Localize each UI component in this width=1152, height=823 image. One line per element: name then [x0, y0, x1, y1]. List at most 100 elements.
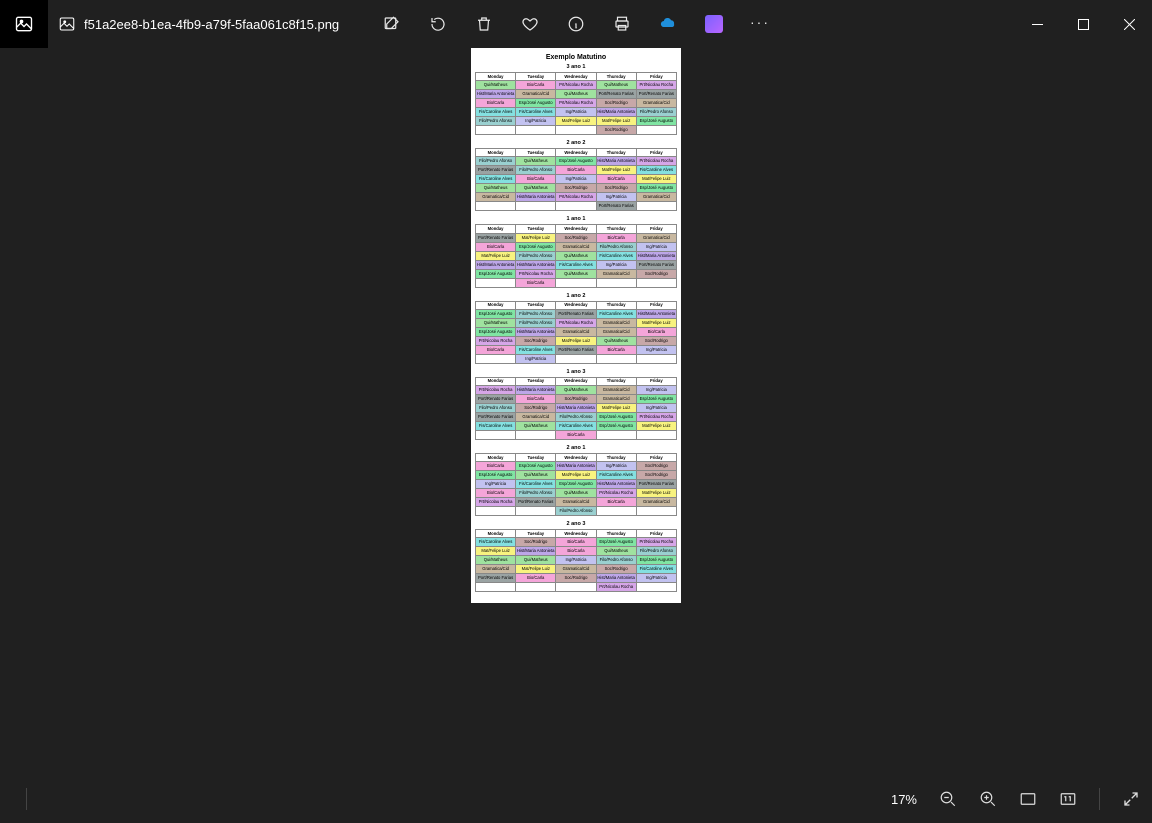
clipchamp-icon[interactable]: [705, 15, 723, 33]
timetable-cell: Prt/Nicolau Rocha: [476, 386, 516, 395]
table-row: Port/Renato FariasGramatica/CidFilo/Pedr…: [476, 413, 677, 422]
day-header: Tuesday: [516, 301, 556, 309]
window-controls: [1014, 0, 1152, 48]
rotate-icon[interactable]: [429, 15, 447, 33]
timetable: MondayTuesdayWednesdayThursdayFridayEsp/…: [475, 301, 677, 364]
timetable-cell: Ing/Patricia: [596, 193, 636, 202]
timetable-cell: Qui/Matheus: [556, 251, 596, 260]
app-menu-button[interactable]: [0, 0, 48, 48]
timetable-cell: Filo/Pedro Afonso: [516, 251, 556, 260]
timetable-cell: Qui/Matheus: [596, 547, 636, 556]
timetable-cell: Ing/Patricia: [556, 175, 596, 184]
edit-icon[interactable]: [383, 15, 401, 33]
timetable-cell: Mat/Felipe Luiz: [636, 489, 676, 498]
filename-label: f51a2ee8-b1ea-4fb9-a79f-5faa061c8f15.png: [84, 17, 339, 32]
day-header: Tuesday: [516, 149, 556, 157]
onedrive-icon[interactable]: [659, 15, 677, 33]
timetable-cell: Prt/Nicolau Rocha: [636, 81, 676, 90]
actual-size-icon[interactable]: [1059, 790, 1077, 808]
timetable-cell: Port/Renato Farias: [636, 480, 676, 489]
timetable-cell: Qui/Matheus: [596, 81, 636, 90]
timetable-cell: Qui/Matheus: [516, 556, 556, 565]
minimize-button[interactable]: [1014, 0, 1060, 48]
timetable-cell: Gramatica/Cid: [476, 193, 516, 202]
timetable-cell: Gramatica/Cid: [636, 193, 676, 202]
group-title: 2 ano 2: [475, 140, 677, 146]
timetable-cell: Esp/José Augusto: [596, 538, 636, 547]
timetable-cell: Hist/Maria Antonieta: [516, 386, 556, 395]
info-icon[interactable]: [567, 15, 585, 33]
zoom-out-icon[interactable]: [939, 790, 957, 808]
day-header: Wednesday: [556, 73, 596, 81]
timetable-group: 1 ano 2 MondayTuesdayWednesdayThursdayFri…: [475, 293, 677, 364]
toolbar: ···: [383, 15, 769, 33]
timetable-cell: Fis/Caroline Alves: [476, 108, 516, 117]
table-row: Esp/José AugustoPrt/Nicolau RochaQui/Mat…: [476, 269, 677, 278]
table-row: Qui/MatheusBio/CarlaPrt/Nicolau RochaQui…: [476, 81, 677, 90]
timetable: MondayTuesdayWednesdayThursdayFridayQui/…: [475, 72, 677, 135]
timetable-cell: Esp/José Augusto: [556, 480, 596, 489]
timetable-cell: [476, 202, 516, 211]
timetable-cell: Bio/Carla: [596, 498, 636, 507]
timetable-cell: Mat/Felipe Luiz: [556, 336, 596, 345]
timetable-cell: [516, 202, 556, 211]
timetable-cell: Prt/Nicolau Rocha: [556, 81, 596, 90]
more-icon[interactable]: ···: [751, 15, 769, 33]
timetable-cell: Port/Renato Farias: [476, 395, 516, 404]
timetable-cell: Fis/Caroline Alves: [636, 166, 676, 175]
delete-icon[interactable]: [475, 15, 493, 33]
timetable-group: 1 ano 1MondayTuesdayWednesdayThursdayFri…: [475, 216, 677, 287]
timetable-cell: Ing/Patricia: [636, 242, 676, 251]
timetable-cell: Esp/José Augusto: [596, 413, 636, 422]
fit-screen-icon[interactable]: [1019, 790, 1037, 808]
timetable-cell: Bio/Carla: [596, 345, 636, 354]
timetable-cell: Soc/Rodrigo: [636, 462, 676, 471]
timetable-cell: Hist/Maria Antonieta: [516, 260, 556, 269]
timetable-cell: Qui/Matheus: [516, 157, 556, 166]
image-canvas[interactable]: Exemplo Matutino 3 ano 1MondayTuesdayWed…: [0, 48, 1152, 775]
timetable-cell: Qui/Matheus: [476, 318, 516, 327]
day-header: Tuesday: [516, 73, 556, 81]
group-title: 1 ano 2: [475, 293, 677, 299]
fullscreen-icon[interactable]: [1122, 790, 1140, 808]
timetable-cell: Prt/Nicolau Rocha: [556, 99, 596, 108]
timetable-cell: [636, 126, 676, 135]
heart-icon[interactable]: [521, 15, 539, 33]
timetable-cell: Qui/Matheus: [476, 556, 516, 565]
timetable-cell: Fis/Caroline Alves: [516, 345, 556, 354]
timetable-cell: Qui/Matheus: [556, 386, 596, 395]
table-row: Soc/Rodrigo: [476, 126, 677, 135]
timetable-cell: Bio/Carla: [556, 166, 596, 175]
timetable-cell: Port/Renato Farias: [596, 202, 636, 211]
file-type-icon: [58, 15, 76, 33]
table-row: Gramatica/CidMat/Felipe LuizGramatica/Ci…: [476, 565, 677, 574]
timetable-cell: Esp/José Augusto: [476, 471, 516, 480]
day-header: Thursday: [596, 149, 636, 157]
timetable-cell: Esp/José Augusto: [636, 556, 676, 565]
timetable-cell: Gramatica/Cid: [476, 565, 516, 574]
timetable-cell: Ing/Patricia: [516, 354, 556, 363]
print-icon[interactable]: [613, 15, 631, 33]
day-header: Monday: [476, 225, 516, 233]
day-header: Monday: [476, 454, 516, 462]
timetable-cell: Esp/José Augusto: [516, 99, 556, 108]
table-row: Qui/MatheusQui/MatheusIng/PatriciaFilo/P…: [476, 556, 677, 565]
timetable-cell: Gramatica/Cid: [556, 327, 596, 336]
close-button[interactable]: [1106, 0, 1152, 48]
timetable-cell: Filo/Pedro Afonso: [556, 507, 596, 516]
timetable-cell: Hist/Maria Antonieta: [476, 90, 516, 99]
timetable-cell: Bio/Carla: [636, 327, 676, 336]
timetable-cell: Mat/Felipe Luiz: [636, 318, 676, 327]
timetable-cell: Filo/Pedro Afonso: [636, 108, 676, 117]
maximize-button[interactable]: [1060, 0, 1106, 48]
timetable-cell: Fis/Caroline Alves: [556, 422, 596, 431]
table-row: Bio/Carla: [476, 278, 677, 287]
timetable-cell: Prt/Nicolau Rocha: [476, 336, 516, 345]
timetable-group: 2 ano 2MondayTuesdayWednesdayThursdayFri…: [475, 140, 677, 211]
timetable-cell: [636, 431, 676, 440]
timetable-cell: Prt/Nicolau Rocha: [636, 538, 676, 547]
zoom-in-icon[interactable]: [979, 790, 997, 808]
timetable-cell: Soc/Rodrigo: [556, 574, 596, 583]
timetable-cell: Port/Renato Farias: [556, 309, 596, 318]
timetable-cell: Soc/Rodrigo: [596, 565, 636, 574]
